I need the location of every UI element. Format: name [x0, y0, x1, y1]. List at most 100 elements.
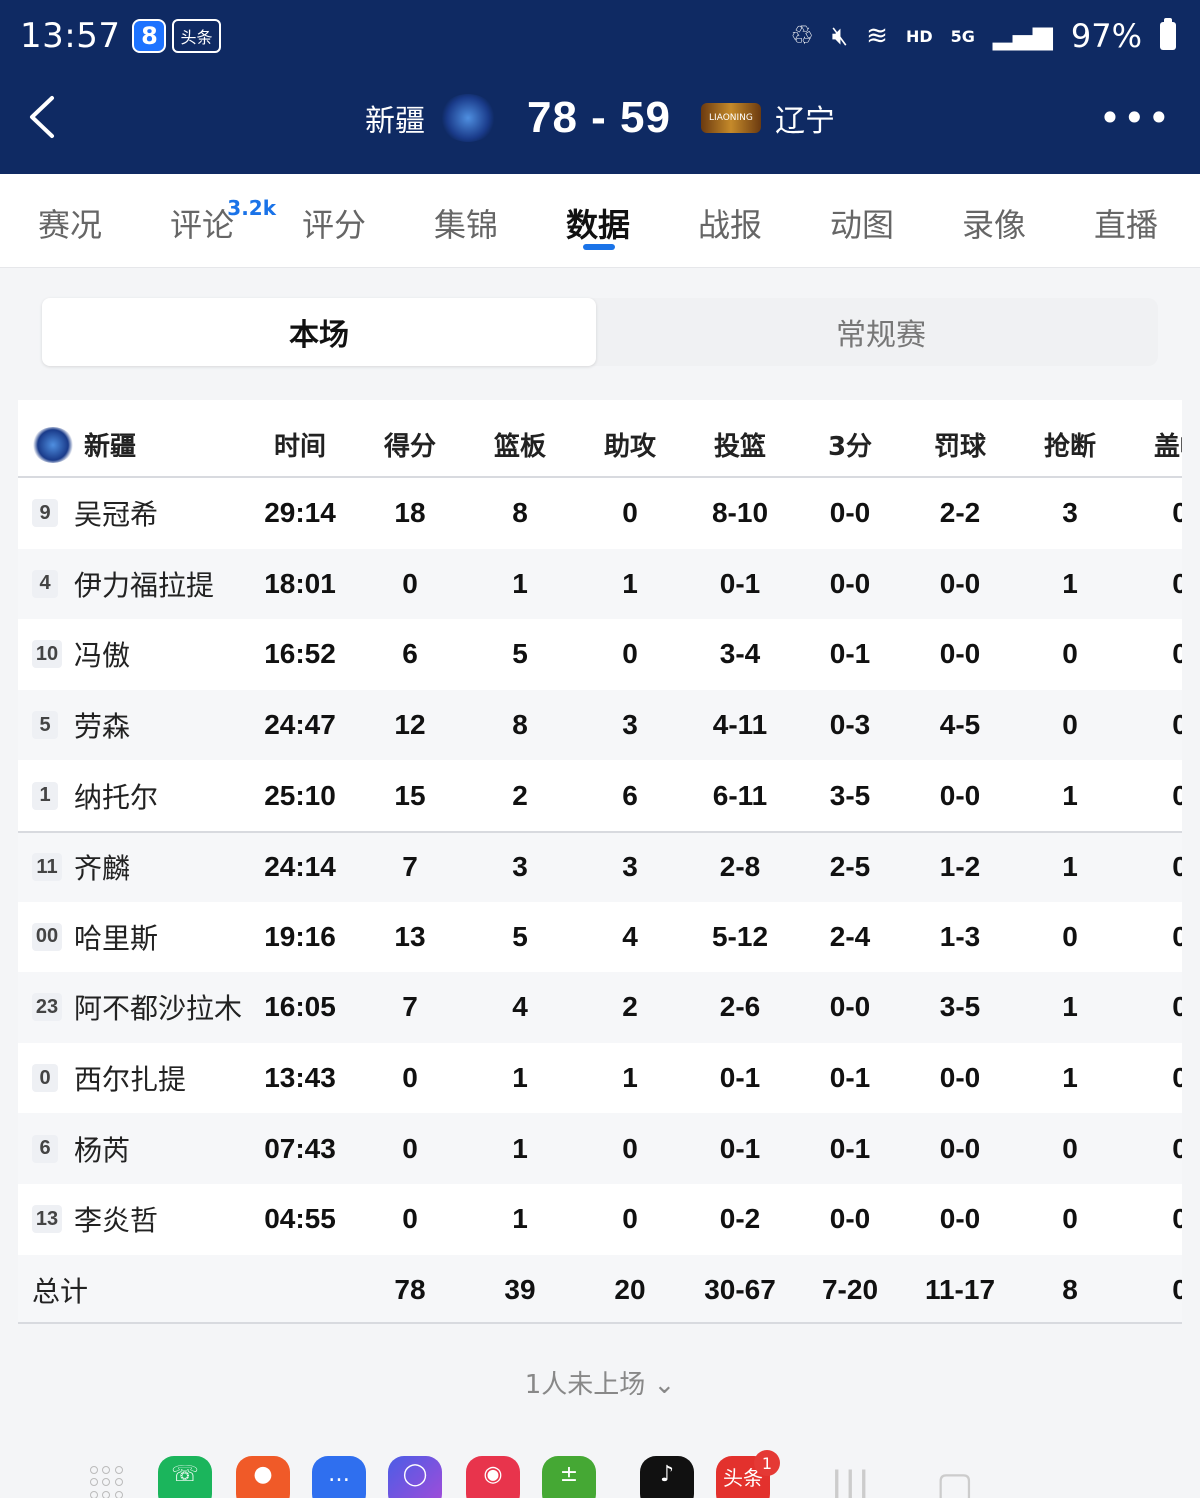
- jersey-number: 0: [32, 1064, 58, 1093]
- tiktok-app-icon[interactable]: ♪: [640, 1456, 694, 1498]
- table-row[interactable]: 00 哈里斯 19:16 13 5 4 5-12 2-4 1-3 0 0: [18, 902, 1182, 973]
- player-name[interactable]: 纳托尔: [74, 776, 158, 816]
- table-row[interactable]: 11 齐麟 24:14 7 3 3 2-8 2-5 1-2 1 0: [18, 831, 1182, 902]
- recent-apps-icon[interactable]: |||: [830, 1464, 870, 1498]
- toutiao-notification-icon: 头条: [172, 19, 221, 53]
- table-row[interactable]: 6 杨芮 07:43 0 1 0 0-1 0-1 0-0 0 0: [18, 1113, 1182, 1184]
- tab-stats[interactable]: 数据: [566, 200, 630, 246]
- home-button-icon[interactable]: ▢: [936, 1464, 974, 1498]
- player-name[interactable]: 西尔扎提: [74, 1058, 186, 1098]
- app-dock: ☏ ● … ◯ ◉ ± ♪ 头条 1 ||| ▢: [0, 1440, 1200, 1498]
- table-row[interactable]: 5 劳森 24:47 12 8 3 4-11 0-3 4-5 0 0: [18, 689, 1182, 761]
- tab-report[interactable]: 战报: [698, 200, 762, 246]
- stat-ft: 0-0: [939, 567, 981, 599]
- col-header-steals: 抢断: [1043, 432, 1096, 462]
- calculator-app-icon[interactable]: ±: [542, 1456, 596, 1498]
- stat-time: 13:43: [264, 1062, 336, 1094]
- signal-icon: ▂▄▆: [992, 21, 1053, 51]
- table-row[interactable]: 10 冯傲 16:52 6 5 0 3-4 0-1 0-0 0 0: [18, 619, 1182, 690]
- wifi-icon: ≋: [866, 21, 888, 51]
- player-name[interactable]: 吴冠希: [74, 493, 158, 533]
- stat-reb: 1: [512, 567, 528, 599]
- stat-ft: 3-5: [939, 991, 981, 1023]
- table-row[interactable]: 23 阿不都沙拉木 16:05 7 4 2 2-6 0-0 3-5 1 0: [18, 972, 1182, 1043]
- total-tp: 7-20: [821, 1273, 879, 1305]
- more-options-icon[interactable]: •••: [1099, 96, 1172, 140]
- toutiao-app-icon[interactable]: 头条 1: [716, 1450, 780, 1498]
- table-header: 新疆 时间 得分 篮板 助攻 投篮 3分 罚球 抢断 盖帽: [18, 400, 1182, 478]
- messages-app-icon[interactable]: …: [312, 1456, 366, 1498]
- browser-app-icon[interactable]: ◯: [388, 1456, 442, 1498]
- regular-season-button[interactable]: 常规赛: [604, 298, 1158, 366]
- stat-pts: 0: [402, 1132, 418, 1164]
- player-name[interactable]: 劳森: [74, 705, 130, 745]
- tab-comments[interactable]: 评论 3.2k: [170, 196, 276, 246]
- not-played-toggle[interactable]: 1人未上场 ⌄: [0, 1364, 1200, 1401]
- stat-time: 24:47: [264, 709, 336, 741]
- tab-game-status[interactable]: 赛况: [38, 200, 102, 246]
- stat-stl: 0: [1062, 920, 1078, 952]
- table-row[interactable]: 1 纳托尔 25:10 15 2 6 6-11 3-5 0-0 1 0: [18, 760, 1182, 831]
- jersey-number: 11: [32, 853, 62, 882]
- this-game-button[interactable]: 本场: [42, 298, 596, 366]
- stat-reb: 8: [512, 497, 528, 529]
- stat-fg: 0-1: [719, 567, 761, 599]
- stat-fg: 3-4: [719, 638, 761, 670]
- app-drawer-icon[interactable]: [90, 1466, 124, 1498]
- tab-live[interactable]: 直播: [1094, 200, 1158, 246]
- stat-stl: 1: [1062, 1062, 1078, 1094]
- player-name[interactable]: 阿不都沙拉木: [74, 987, 242, 1027]
- away-team-logo-icon[interactable]: LIAONING: [700, 103, 761, 133]
- away-team-name[interactable]: 辽宁: [775, 96, 835, 140]
- phone-app-icon[interactable]: ☏: [158, 1456, 212, 1498]
- stat-fg: 2-6: [719, 991, 761, 1023]
- player-name[interactable]: 李炎哲: [74, 1199, 158, 1239]
- tab-replay[interactable]: 录像: [962, 200, 1026, 246]
- stat-ast: 1: [622, 1062, 638, 1094]
- contacts-app-icon[interactable]: ●: [236, 1456, 290, 1498]
- jersey-number: 1: [32, 781, 58, 810]
- match-nav: 新疆 78 - 59 LIAONING 辽宁 •••: [0, 78, 1200, 158]
- team-header-label: 新疆: [84, 432, 137, 462]
- player-name[interactable]: 哈里斯: [74, 917, 158, 957]
- table-row[interactable]: 4 伊力福拉提 18:01 0 1 1 0-1 0-0 0-0 1 0: [18, 548, 1182, 620]
- stat-ast: 0: [622, 497, 638, 529]
- stat-pts: 15: [394, 779, 426, 811]
- player-name[interactable]: 伊力福拉提: [74, 564, 214, 604]
- tab-gifs[interactable]: 动图: [830, 200, 894, 246]
- col-header-time: 时间: [273, 432, 326, 462]
- totals-label: 总计: [32, 1274, 89, 1308]
- stat-ast: 4: [622, 920, 638, 952]
- stat-reb: 3: [512, 851, 528, 883]
- home-team-name[interactable]: 新疆: [365, 96, 425, 140]
- stat-blk: 0: [1172, 1062, 1182, 1094]
- stat-reb: 1: [512, 1203, 528, 1235]
- tab-ratings[interactable]: 评分: [302, 200, 366, 246]
- stat-ast: 6: [622, 779, 638, 811]
- stat-fg: 0-1: [719, 1062, 761, 1094]
- player-name[interactable]: 杨芮: [74, 1129, 130, 1169]
- home-team-logo-icon[interactable]: [439, 94, 497, 142]
- stat-pts: 7: [402, 851, 418, 883]
- box-score-table[interactable]: 新疆 时间 得分 篮板 助攻 投篮 3分 罚球 抢断 盖帽 9 吴冠希 29:14 1…: [18, 400, 1182, 1324]
- app-notification-icon: 8: [132, 19, 167, 53]
- stat-stl: 1: [1062, 567, 1078, 599]
- stat-blk: 0: [1172, 497, 1182, 529]
- stat-tp: 0-1: [829, 1062, 871, 1094]
- table-row[interactable]: 13 李炎哲 04:55 0 1 0 0-2 0-0 0-0 0 0: [18, 1184, 1182, 1255]
- camera-app-icon[interactable]: ◉: [466, 1456, 520, 1498]
- table-row[interactable]: 0 西尔扎提 13:43 0 1 1 0-1 0-1 0-0 1 0: [18, 1043, 1182, 1114]
- stat-tp: 2-5: [829, 851, 871, 883]
- player-name[interactable]: 齐麟: [74, 847, 130, 887]
- tab-highlights[interactable]: 集锦: [434, 200, 498, 246]
- stat-tp: 0-1: [829, 638, 871, 670]
- stat-ft: 0-0: [939, 1203, 981, 1235]
- jersey-number: 23: [32, 993, 62, 1022]
- stat-stl: 0: [1062, 709, 1078, 741]
- col-header-assists: 助攻: [603, 432, 656, 462]
- stat-tp: 2-4: [829, 920, 871, 952]
- table-row[interactable]: 9 吴冠希 29:14 18 8 0 8-10 0-0 2-2 3 0: [18, 478, 1182, 549]
- total-stl: 8: [1062, 1273, 1078, 1305]
- stat-time: 25:10: [264, 779, 336, 811]
- player-name[interactable]: 冯傲: [74, 634, 130, 674]
